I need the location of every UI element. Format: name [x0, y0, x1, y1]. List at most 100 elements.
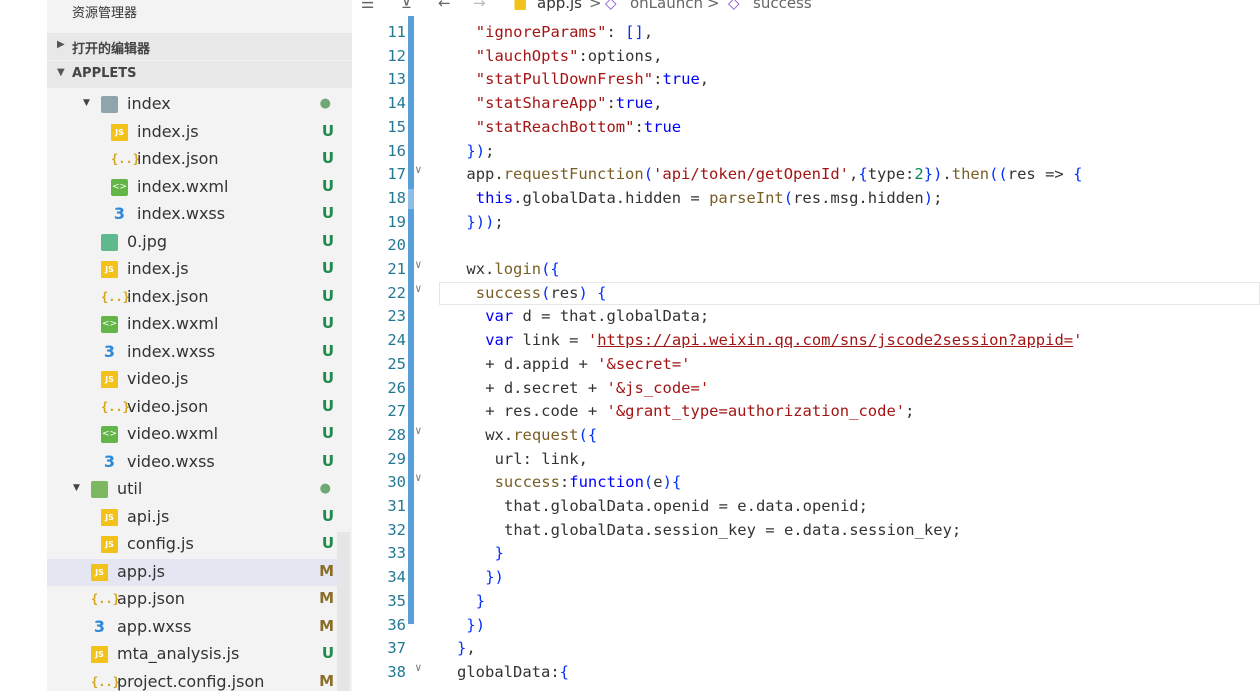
- file-name: video.js: [127, 369, 189, 388]
- line-number: 23: [387, 307, 406, 326]
- code-text: "statPullDownFresh":true,: [475, 70, 710, 89]
- file-row[interactable]: JS config.js U: [47, 531, 339, 558]
- code-line[interactable]: 15 "statReachBottom":true: [353, 115, 1260, 139]
- line-number: 22: [387, 283, 406, 302]
- code-line[interactable]: 14 "statShareApp":true,: [353, 91, 1260, 115]
- code-text: success(res) {: [475, 283, 607, 302]
- fold-chevron-icon[interactable]: ∨: [415, 661, 422, 674]
- file-row[interactable]: 3 video.wxss U: [47, 449, 339, 476]
- code-line[interactable]: 33}: [353, 541, 1260, 565]
- line-number: 30: [387, 473, 406, 492]
- file-row[interactable]: {..} index.json U: [47, 146, 339, 173]
- explorer-panel: 资源管理器 ▶ 打开的编辑器 ▼ APPLETS ▼ index ● JS index.…: [47, 0, 352, 691]
- folder-file-icon: [101, 96, 118, 113]
- breadcrumb-item-onlaunch[interactable]: onLaunch: [630, 0, 703, 12]
- code-line[interactable]: 12 "lauchOpts":options,: [353, 44, 1260, 68]
- js-file-icon: JS: [91, 646, 108, 663]
- file-row[interactable]: {..} video.json U: [47, 394, 339, 421]
- code-text: var d = that.globalData;: [485, 307, 710, 326]
- line-number: 21: [387, 260, 406, 278]
- code-line[interactable]: 37},: [353, 636, 1260, 660]
- file-row[interactable]: 0.jpg U: [47, 229, 339, 256]
- git-status-badge: U: [321, 231, 334, 250]
- folder-row[interactable]: ▼ index ●: [47, 91, 339, 118]
- file-row[interactable]: <> index.wxml U: [47, 174, 339, 201]
- code-text: that.globalData.openid = e.data.openid;: [504, 497, 868, 515]
- folder-row[interactable]: ▼ util ●: [47, 476, 339, 503]
- fold-chevron-icon[interactable]: ∨: [415, 163, 422, 176]
- file-row[interactable]: JS video.js U: [47, 366, 339, 393]
- code-line[interactable]: 35}: [353, 589, 1260, 613]
- code-line[interactable]: 26 + d.secret + '&js_code=': [353, 376, 1260, 400]
- line-number: 19: [387, 212, 406, 231]
- file-name: index.json: [127, 286, 209, 306]
- code-line[interactable]: 11 "ignoreParams": [],: [353, 20, 1260, 44]
- file-name: video.wxml: [127, 424, 219, 443]
- line-number: 14: [387, 94, 406, 113]
- wxml-file-icon: <>: [101, 316, 118, 333]
- code-line[interactable]: 19}));: [353, 210, 1260, 234]
- list-icon[interactable]: ☰: [361, 0, 374, 12]
- line-number: 33: [387, 544, 406, 563]
- code-text: }: [494, 544, 504, 563]
- file-row[interactable]: JS app.js M: [47, 558, 339, 586]
- code-line[interactable]: 36}): [353, 613, 1260, 637]
- file-row[interactable]: {..} app.json M: [47, 586, 339, 613]
- file-row[interactable]: 3 index.wxss U: [47, 339, 339, 366]
- git-status-badge: M: [319, 616, 334, 635]
- line-number: 11: [387, 23, 406, 41]
- fold-chevron-icon[interactable]: ∨: [415, 424, 422, 437]
- code-line[interactable]: 18 this.globalData.hidden = parseInt(res.…: [353, 186, 1260, 210]
- file-row[interactable]: 3 index.wxss U: [47, 201, 339, 228]
- code-line[interactable]: 25 + d.appid + '&secret=': [353, 352, 1260, 376]
- code-text: "lauchOpts":options,: [475, 46, 663, 65]
- file-row[interactable]: 3 app.wxss M: [47, 614, 339, 641]
- file-row[interactable]: {..} index.json U: [47, 284, 339, 311]
- file-row[interactable]: JS index.js U: [47, 256, 339, 283]
- breadcrumb-item-success[interactable]: success: [753, 0, 812, 12]
- file-row[interactable]: <> video.wxml U: [47, 421, 339, 448]
- fold-chevron-icon[interactable]: ∨: [415, 258, 422, 271]
- code-line[interactable]: 27 + res.code + '&grant_type=authorizatio…: [353, 399, 1260, 423]
- code-line[interactable]: 21 ∨ wx.login({: [353, 257, 1260, 281]
- code-line[interactable]: 16});: [353, 139, 1260, 163]
- git-status-badge: U: [321, 534, 334, 552]
- code-line[interactable]: 13 "statPullDownFresh":true,: [353, 67, 1260, 91]
- code-line[interactable]: 24 var link = 'https://api.weixin.qq.com/…: [353, 328, 1260, 352]
- file-row[interactable]: JS api.js U: [47, 504, 339, 531]
- file-name: video.wxss: [127, 451, 215, 471]
- file-row[interactable]: {..} project.config.json M: [47, 669, 339, 691]
- code-line[interactable]: 38 ∨ globalData:{: [353, 660, 1260, 684]
- code-editor[interactable]: 11 "ignoreParams": [], 12 "lauchOpts":optio…: [353, 16, 1260, 691]
- file-row[interactable]: JS mta_analysis.js U: [47, 641, 339, 668]
- code-line[interactable]: 22 ∨ success(res) {: [353, 281, 1260, 305]
- code-line[interactable]: 32 that.globalData.session_key = e.data.s…: [353, 518, 1260, 542]
- code-text: }));: [466, 212, 504, 231]
- bookmark-icon[interactable]: ⊻: [401, 0, 412, 12]
- code-line[interactable]: 20: [353, 233, 1260, 257]
- git-status-badge: U: [321, 341, 334, 360]
- file-row[interactable]: <> index.wxml U: [47, 311, 339, 338]
- code-line[interactable]: 30 ∨ success:function(e){: [353, 470, 1260, 494]
- file-row[interactable]: JS index.js U: [47, 119, 339, 146]
- code-line[interactable]: 28 ∨ wx.request({: [353, 423, 1260, 447]
- git-status-badge: M: [319, 671, 334, 690]
- chevron-down-icon[interactable]: ▼: [73, 483, 80, 493]
- chevron-down-icon[interactable]: ▼: [83, 98, 90, 108]
- file-name: mta_analysis.js: [117, 644, 240, 663]
- json-file-icon: {..}: [91, 592, 120, 606]
- breadcrumb-file[interactable]: app.js: [537, 0, 582, 12]
- line-number: 13: [387, 70, 406, 89]
- code-line[interactable]: 29 url: link,: [353, 447, 1260, 471]
- tree-scroll-track[interactable]: [337, 532, 350, 691]
- back-arrow-icon[interactable]: ←: [438, 0, 451, 12]
- forward-arrow-icon[interactable]: →: [473, 0, 486, 12]
- code-line[interactable]: 34}): [353, 565, 1260, 589]
- code-line[interactable]: 31 that.globalData.openid = e.data.openid…: [353, 494, 1260, 518]
- fold-chevron-icon[interactable]: ∨: [415, 282, 422, 295]
- fold-chevron-icon[interactable]: ∨: [415, 471, 422, 484]
- open-editors-section[interactable]: ▶ 打开的编辑器: [47, 33, 352, 60]
- code-line[interactable]: 23 var d = that.globalData;: [353, 304, 1260, 328]
- code-line[interactable]: 17 ∨ app.requestFunction('api/token/getOpe…: [353, 162, 1260, 186]
- project-section[interactable]: ▼ APPLETS: [47, 61, 352, 88]
